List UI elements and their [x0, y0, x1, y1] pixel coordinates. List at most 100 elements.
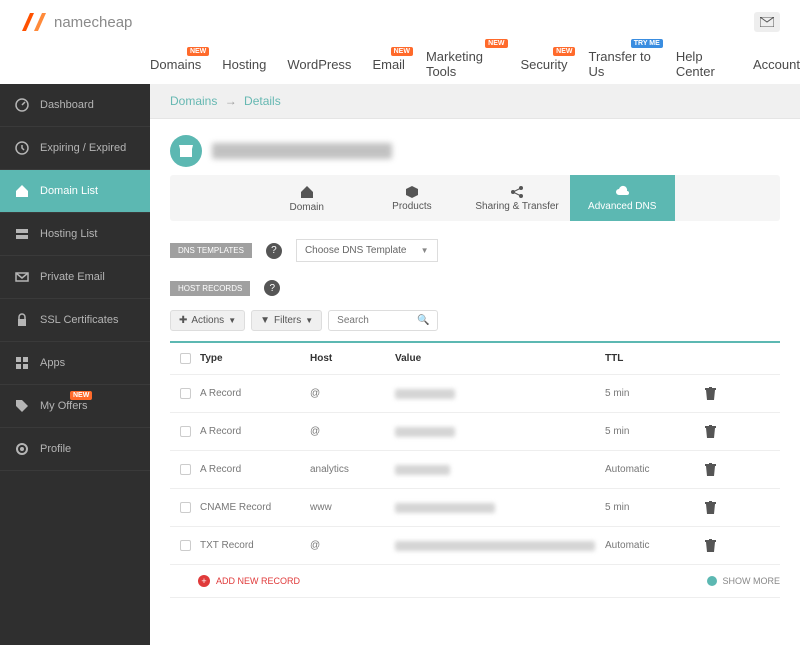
help-icon[interactable]: ? [266, 243, 282, 259]
filters-button[interactable]: ▼ Filters ▼ [251, 310, 322, 331]
nav-badge: NEW [391, 47, 413, 56]
cell-value[interactable] [395, 427, 605, 437]
sidebar-item-label: Dashboard [40, 99, 94, 111]
breadcrumb-parent[interactable]: Domains [170, 94, 217, 108]
row-checkbox[interactable] [180, 502, 191, 513]
col-ttl: TTL [605, 353, 705, 364]
cell-value[interactable] [395, 541, 605, 551]
sidebar-item-domain-list[interactable]: Domain List [0, 170, 150, 213]
cell-ttl[interactable]: 5 min [605, 502, 705, 513]
sidebar-item-private-email[interactable]: Private Email [0, 256, 150, 299]
cell-ttl[interactable]: 5 min [605, 426, 705, 437]
sidebar-item-label: Domain List [40, 185, 98, 197]
table-row: A Recordanalytics Automatic [170, 450, 780, 488]
sidebar-item-label: My Offers [40, 400, 87, 412]
share-icon [510, 185, 524, 199]
help-icon[interactable]: ? [264, 280, 280, 296]
delete-button[interactable] [705, 539, 735, 552]
top-nav: DomainsNEW Hosting WordPress EmailNEW Market… [0, 44, 800, 84]
row-checkbox[interactable] [180, 388, 191, 399]
host-records-section: HOST RECORDS ? [170, 280, 780, 296]
gear-icon [14, 441, 30, 457]
sidebar-item-hosting-list[interactable]: Hosting List [0, 213, 150, 256]
storefront-icon [179, 145, 193, 157]
filter-icon: ▼ [260, 315, 270, 326]
col-host: Host [310, 353, 395, 364]
cell-host[interactable]: @ [310, 540, 395, 551]
sidebar-item-label: Expiring / Expired [40, 142, 126, 154]
topnav-item[interactable]: WordPress [287, 57, 351, 72]
select-all-checkbox[interactable] [180, 353, 191, 364]
cell-value[interactable] [395, 389, 605, 399]
cell-host[interactable]: analytics [310, 464, 395, 475]
search-box[interactable]: 🔍 [328, 310, 438, 331]
sidebar-item-ssl-certificates[interactable]: SSL Certificates [0, 299, 150, 342]
cell-value[interactable] [395, 465, 605, 475]
sidebar-item-dashboard[interactable]: Dashboard [0, 84, 150, 127]
search-input[interactable] [337, 315, 417, 326]
logo[interactable]: namecheap [20, 11, 132, 33]
cloud-icon [615, 185, 629, 199]
cell-type[interactable]: TXT Record [200, 540, 310, 551]
cell-host[interactable]: www [310, 502, 395, 513]
tab-products[interactable]: Products [359, 175, 464, 221]
mail-button[interactable] [754, 12, 780, 32]
breadcrumb-current: Details [244, 94, 281, 108]
table-footer: + ADD NEW RECORD SHOW MORE [170, 564, 780, 598]
cell-host[interactable]: @ [310, 426, 395, 437]
cell-type[interactable]: CNAME Record [200, 502, 310, 513]
tab-domain[interactable]: Domain [254, 175, 359, 221]
add-record-button[interactable]: + ADD NEW RECORD [170, 575, 300, 587]
delete-button[interactable] [705, 425, 735, 438]
topnav-item[interactable]: Marketing ToolsNEW [426, 49, 500, 79]
sidebar-item-my-offers[interactable]: My OffersNEW [0, 385, 150, 428]
actions-button[interactable]: ✚ Actions ▼ [170, 310, 245, 331]
apps-icon [14, 355, 30, 371]
topnav-item[interactable]: DomainsNEW [150, 57, 201, 72]
col-value: Value [395, 353, 605, 364]
delete-button[interactable] [705, 463, 735, 476]
table-header: Type Host Value TTL [170, 341, 780, 374]
tag-icon [14, 398, 30, 414]
sidebar-item-profile[interactable]: Profile [0, 428, 150, 471]
breadcrumb: Domains → Details [150, 84, 800, 119]
cell-ttl[interactable]: Automatic [605, 464, 705, 475]
home-icon [299, 184, 315, 200]
topnav-item[interactable]: Hosting [222, 57, 266, 72]
topnav-item[interactable]: EmailNEW [372, 57, 405, 72]
dns-template-select[interactable]: Choose DNS Template [296, 239, 438, 262]
cell-type[interactable]: A Record [200, 426, 310, 437]
trash-icon [705, 387, 716, 400]
clock-icon [14, 140, 30, 156]
col-type: Type [200, 353, 310, 364]
table-row: CNAME Recordwww 5 min [170, 488, 780, 526]
host-records-label: HOST RECORDS [170, 281, 250, 296]
cell-ttl[interactable]: 5 min [605, 388, 705, 399]
tab-sharing-transfer[interactable]: Sharing & Transfer [464, 175, 569, 221]
delete-button[interactable] [705, 387, 735, 400]
topnav-item[interactable]: Help Center [676, 49, 732, 79]
cell-ttl[interactable]: Automatic [605, 540, 705, 551]
cell-value[interactable] [395, 503, 605, 513]
row-checkbox[interactable] [180, 540, 191, 551]
sidebar-item-expiring-expired[interactable]: Expiring / Expired [0, 127, 150, 170]
sidebar-item-label: Hosting List [40, 228, 97, 240]
dot-icon [707, 576, 717, 586]
topnav-item[interactable]: Transfer to UsTRY ME [588, 49, 654, 79]
gauge-icon [14, 97, 30, 113]
show-more-button[interactable]: SHOW MORE [707, 576, 781, 586]
row-checkbox[interactable] [180, 464, 191, 475]
topnav-item[interactable]: Account [753, 57, 800, 72]
domain-avatar [170, 135, 202, 167]
sidebar-item-apps[interactable]: Apps [0, 342, 150, 385]
cell-type[interactable]: A Record [200, 388, 310, 399]
plus-icon: + [198, 575, 210, 587]
cell-host[interactable]: @ [310, 388, 395, 399]
content: Domains → Details DomainProductsSharing … [150, 84, 800, 645]
tab-advanced-dns[interactable]: Advanced DNS [570, 175, 675, 221]
sidebar: Dashboard Expiring / Expired Domain List Ho… [0, 84, 150, 645]
row-checkbox[interactable] [180, 426, 191, 437]
topnav-item[interactable]: SecurityNEW [521, 57, 568, 72]
delete-button[interactable] [705, 501, 735, 514]
cell-type[interactable]: A Record [200, 464, 310, 475]
